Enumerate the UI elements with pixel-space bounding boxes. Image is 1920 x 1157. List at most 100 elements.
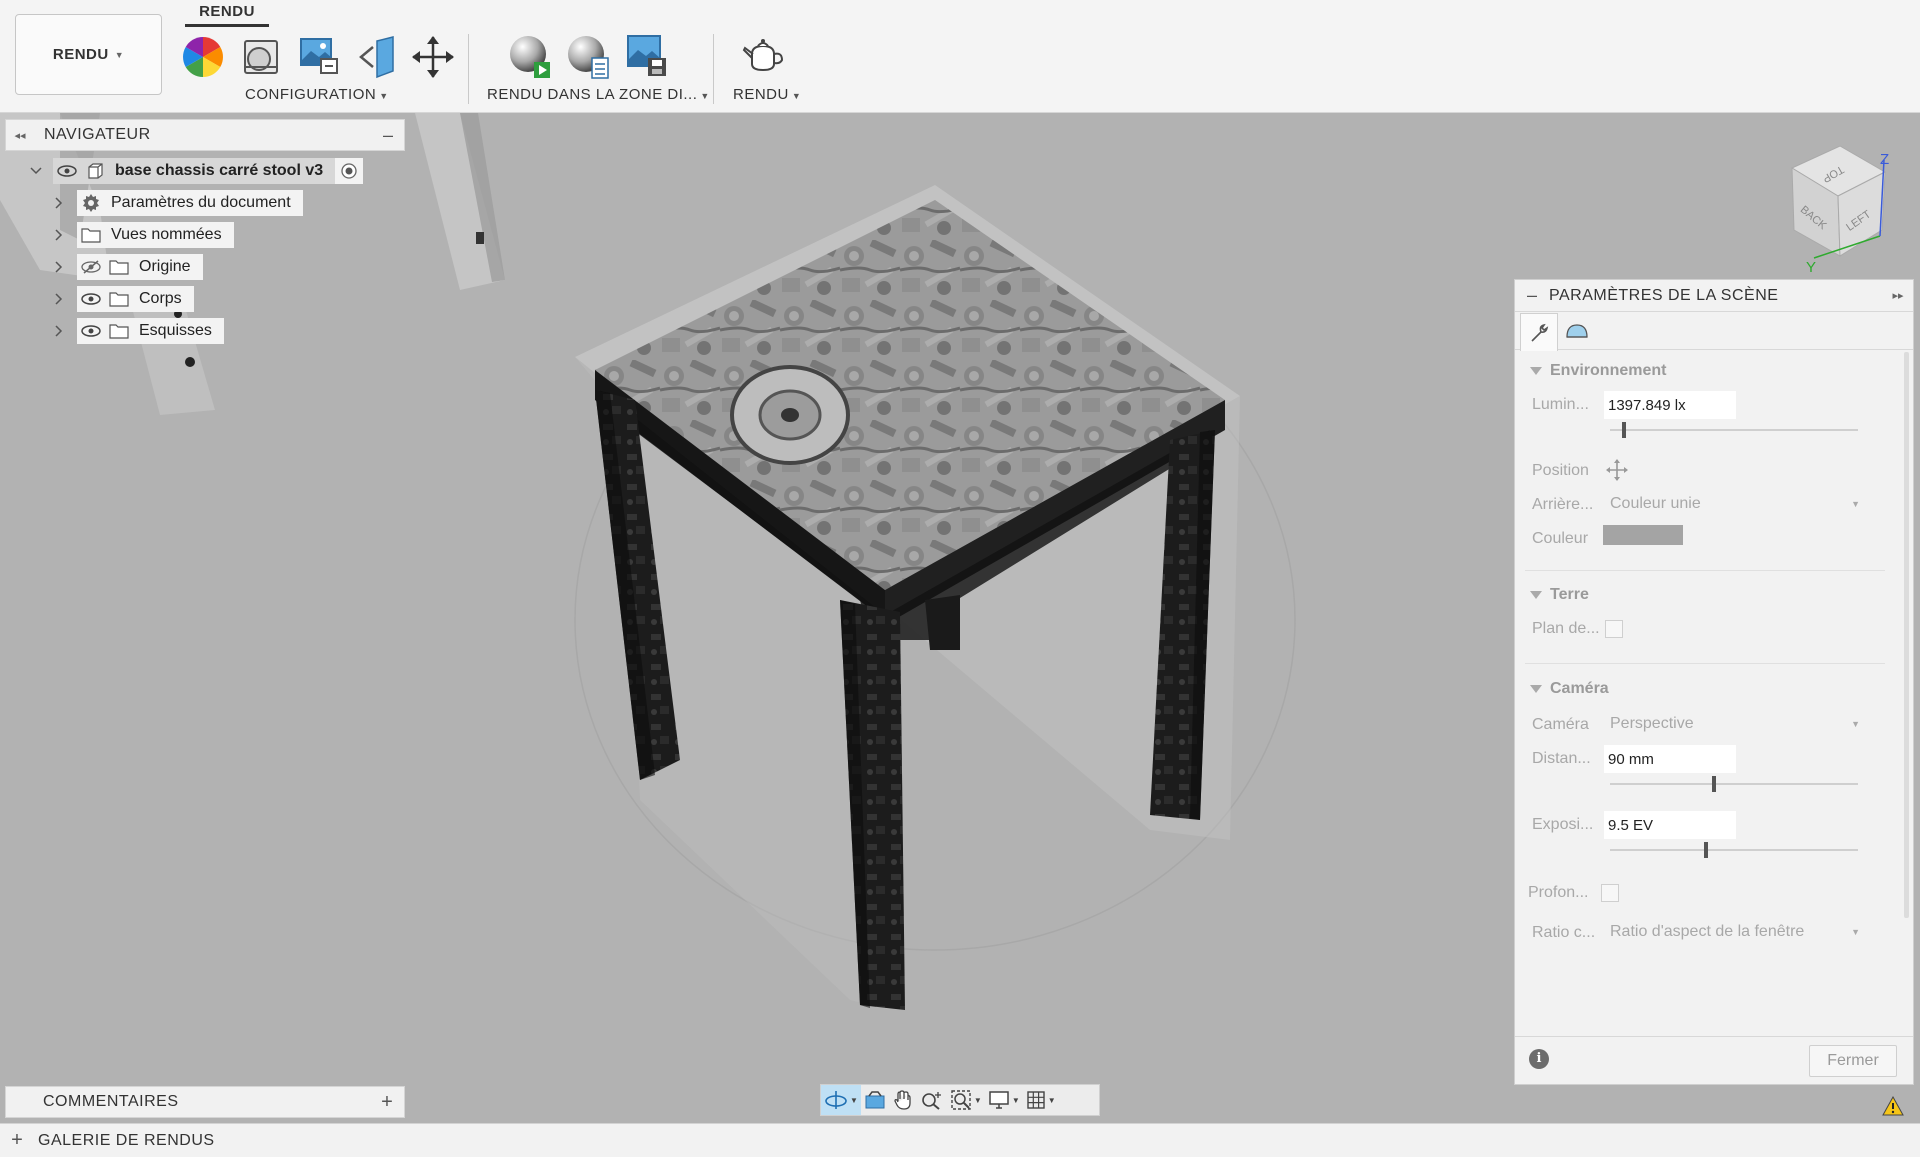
pan-button[interactable] [889,1085,917,1115]
warning-icon[interactable] [1882,1096,1904,1116]
depth-of-field-checkbox[interactable] [1601,884,1619,902]
aspect-ratio-value: Ratio d'aspect de la fenêtre [1610,923,1805,940]
render-label: RENDU [733,86,789,103]
background-select[interactable]: Couleur unie ▼ [1610,491,1864,517]
section-ground[interactable]: Terre [1530,586,1589,604]
aspect-ratio-select[interactable]: Ratio d'aspect de la fenêtre ▼ [1610,919,1864,945]
eye-icon[interactable] [77,318,105,344]
chevron-right-icon[interactable] [51,323,67,339]
tab-settings[interactable] [1520,313,1558,351]
chevron-right-icon[interactable] [51,259,67,275]
orbit-button[interactable]: ▼ [821,1085,861,1115]
expand-gallery-button[interactable]: + [2,1129,32,1152]
teapot-render-icon[interactable] [740,34,786,80]
toolbar-divider [468,34,469,104]
distance-label: Distan... [1532,750,1591,767]
folder-icon [105,286,133,312]
render-menu[interactable]: RENDU ▼ [733,86,801,103]
chevron-down-icon: ▼ [379,91,389,101]
minimize-button[interactable]: – [1515,285,1549,306]
tree-item[interactable]: Esquisses [77,318,224,344]
tree-item-sketches[interactable]: Esquisses [77,318,224,344]
add-comment-button[interactable]: + [370,1091,404,1114]
tree-item-origin[interactable]: Origine [77,254,203,280]
luminance-slider[interactable] [1610,422,1858,438]
chevron-right-icon[interactable] [51,227,67,243]
chevron-down-icon: ▼ [1851,719,1860,729]
slider-thumb[interactable] [1704,842,1709,858]
grid-settings-button[interactable]: ▼ [1023,1085,1059,1115]
luminance-field[interactable] [1604,391,1736,419]
workspace-label: RENDU [52,46,109,63]
collapse-panel-icon[interactable]: ◂◂ [6,129,34,142]
slider-track [1610,783,1858,785]
root-component[interactable]: base chassis carré stool v3 [53,158,336,184]
tree-item-bodies[interactable]: Corps [77,286,194,312]
distance-slider[interactable] [1610,776,1858,792]
info-icon[interactable]: i [1529,1049,1549,1069]
zoom-button[interactable] [917,1085,947,1115]
slider-thumb[interactable] [1711,776,1716,792]
configuration-menu[interactable]: CONFIGURATION ▼ [245,86,389,103]
chevron-right-icon[interactable] [51,195,67,211]
render-in-zone-menu[interactable]: RENDU DANS LA ZONE DI... ▼ [487,86,710,103]
folder-icon [105,254,133,280]
texture-map-icon[interactable] [296,34,342,80]
minimize-button[interactable]: – [372,125,404,146]
section-environment[interactable]: Environnement [1530,362,1666,380]
tree-item[interactable]: Vues nommées [77,222,234,248]
fit-button[interactable]: ▼ [947,1085,985,1115]
panel-scrollbar[interactable] [1904,352,1909,918]
ground-plane-checkbox[interactable] [1605,620,1623,638]
section-camera[interactable]: Caméra [1530,680,1609,698]
tree-item-named-views[interactable]: Vues nommées [77,222,234,248]
display-settings-button[interactable]: ▼ [985,1085,1023,1115]
activate-radio-icon[interactable] [335,158,364,184]
scene-settings-icon[interactable] [238,34,284,80]
tree-root[interactable]: base chassis carré stool v3 [53,158,364,184]
chevron-down-icon: ▼ [1011,1095,1020,1105]
workspace-switcher-button[interactable]: RENDU ▼ [15,14,162,95]
chevron-down-icon[interactable] [28,163,44,179]
eye-icon[interactable] [53,158,81,184]
comments-title: COMMENTAIRES [43,1093,179,1110]
move-icon[interactable] [410,34,456,80]
look-at-button[interactable] [861,1085,889,1115]
environment-dome-icon [1566,324,1588,338]
exposure-field[interactable] [1604,811,1736,839]
eye-icon[interactable] [77,286,105,312]
display-monitor-icon [989,1091,1009,1109]
comments-panel: COMMENTAIRES + [5,1086,405,1118]
tab-environment-library[interactable] [1558,313,1596,349]
tab-rendu[interactable]: RENDU [185,3,269,27]
root-label: base chassis carré stool v3 [115,162,324,179]
distance-field[interactable] [1604,745,1736,773]
decal-icon[interactable] [354,34,400,80]
expand-panel-icon[interactable]: ▸▸ [1883,289,1913,302]
close-button[interactable]: Fermer [1809,1045,1897,1077]
camera-select[interactable]: Perspective ▼ [1610,711,1864,737]
move-position-icon[interactable] [1605,458,1629,487]
render-settings-icon[interactable] [566,34,612,80]
chevron-right-icon[interactable] [51,291,67,307]
background-value: Couleur unie [1610,495,1701,512]
folder-icon [77,222,105,248]
capture-image-icon[interactable] [624,34,670,80]
navigation-bar: ▼ ▼ ▼ ▼ [820,1084,1100,1116]
background-color-swatch[interactable] [1603,525,1683,545]
exposure-slider[interactable] [1610,842,1858,858]
tree-item[interactable]: Corps [77,286,194,312]
slider-thumb[interactable] [1622,422,1627,438]
section-label: Environnement [1550,362,1667,379]
tree-item[interactable]: Paramètres du document [77,190,303,216]
tree-item[interactable]: Origine [77,254,203,280]
panel-footer: i Fermer [1515,1036,1913,1084]
in-canvas-render-icon[interactable] [508,34,554,80]
tree-item-document-settings[interactable]: Paramètres du document [77,190,303,216]
eye-hidden-icon[interactable] [77,254,105,280]
background-label: Arrière... [1532,496,1594,513]
grid-icon [1027,1091,1045,1109]
appearance-icon[interactable] [180,34,226,80]
fit-icon [951,1090,971,1110]
section-label: Caméra [1550,680,1609,697]
